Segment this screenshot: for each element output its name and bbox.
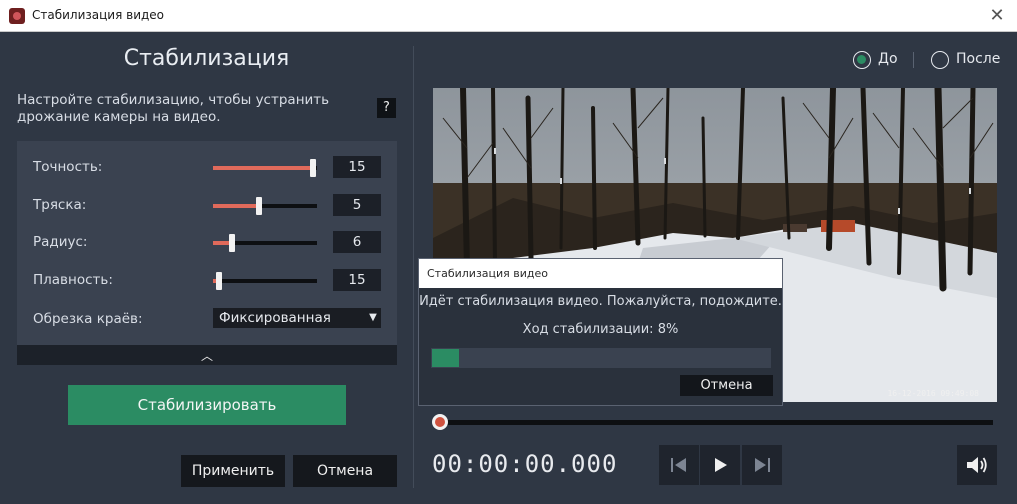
- param-label: Точность:: [33, 159, 103, 175]
- slider-handle[interactable]: [229, 234, 235, 252]
- play-icon: [715, 458, 727, 472]
- skip-back-icon: [671, 458, 686, 472]
- stabilization-progress-dialog: Стабилизация видео Идёт стабилизация вид…: [418, 258, 783, 406]
- seek-handle[interactable]: [432, 414, 448, 430]
- accuracy-slider[interactable]: [213, 159, 317, 177]
- timecode-display: 00:00:00.000: [432, 450, 618, 478]
- progress-bar: [431, 348, 771, 368]
- help-icon[interactable]: ?: [377, 98, 396, 118]
- param-label: Плавность:: [33, 272, 113, 288]
- dialog-message: Идёт стабилизация видео. Пожалуйста, под…: [419, 294, 782, 309]
- slider-fill: [213, 204, 259, 208]
- volume-button[interactable]: [957, 445, 997, 485]
- crop-mode-value: Фиксированная: [219, 310, 331, 326]
- radio-separator: [913, 52, 914, 68]
- close-icon[interactable]: ✕: [985, 4, 1009, 28]
- panel-description: Настройте стабилизацию, чтобы устранить …: [17, 92, 330, 125]
- skip-forward-button[interactable]: [742, 445, 782, 485]
- accuracy-value[interactable]: 15: [333, 156, 381, 178]
- param-row-shake: Тряска: 5: [17, 194, 397, 218]
- volume-icon: [967, 457, 987, 473]
- dialog-title: Стабилизация видео: [419, 259, 782, 288]
- cancel-button[interactable]: Отмена: [293, 455, 397, 487]
- radio-indicator: [853, 51, 871, 69]
- skip-forward-icon: [755, 458, 770, 472]
- dialog-cancel-button[interactable]: Отмена: [680, 375, 773, 396]
- param-label: Тряска:: [33, 197, 87, 213]
- play-button[interactable]: [700, 445, 740, 485]
- stabilization-params: Точность: 15 Тряска: 5 Радиус: 6 Плавнос…: [17, 141, 397, 345]
- app-icon: [9, 8, 25, 24]
- param-row-accuracy: Точность: 15: [17, 156, 397, 180]
- skip-back-button[interactable]: [659, 445, 699, 485]
- shake-value[interactable]: 5: [333, 194, 381, 216]
- video-timestamp: 16-12-2016 09:49:08: [887, 389, 979, 398]
- crop-mode-select[interactable]: Фиксированная ▼: [213, 308, 381, 328]
- param-row-radius: Радиус: 6: [17, 231, 397, 255]
- slider-fill: [213, 166, 313, 170]
- apply-button[interactable]: Применить: [181, 455, 285, 487]
- crop-label: Обрезка краёв:: [33, 311, 143, 327]
- window-titlebar: Стабилизация видео ✕: [0, 0, 1017, 32]
- slider-handle[interactable]: [256, 197, 262, 215]
- progress-label: Ход стабилизации: 8%: [522, 322, 679, 337]
- after-label: После: [956, 51, 1001, 67]
- panel-title: Стабилизация: [123, 46, 290, 71]
- seek-bar[interactable]: [432, 414, 993, 430]
- window-title: Стабилизация видео: [32, 8, 165, 22]
- radio-indicator: [931, 51, 949, 69]
- slider-handle[interactable]: [310, 159, 316, 177]
- stabilize-button[interactable]: Стабилизировать: [68, 385, 346, 425]
- chevron-up-icon[interactable]: ︿: [17, 345, 397, 365]
- param-row-smoothness: Плавность: 15: [17, 269, 397, 293]
- shake-slider[interactable]: [213, 197, 317, 215]
- radius-slider[interactable]: [213, 234, 317, 252]
- before-label: До: [878, 51, 898, 67]
- panel-divider: [413, 46, 414, 488]
- param-label: Радиус:: [33, 234, 88, 250]
- smoothness-value[interactable]: 15: [333, 269, 381, 291]
- slider-handle[interactable]: [216, 272, 222, 290]
- chevron-down-icon: ▼: [369, 312, 377, 323]
- radius-value[interactable]: 6: [333, 231, 381, 253]
- progress-fill: [432, 349, 459, 367]
- smoothness-slider[interactable]: [213, 272, 317, 290]
